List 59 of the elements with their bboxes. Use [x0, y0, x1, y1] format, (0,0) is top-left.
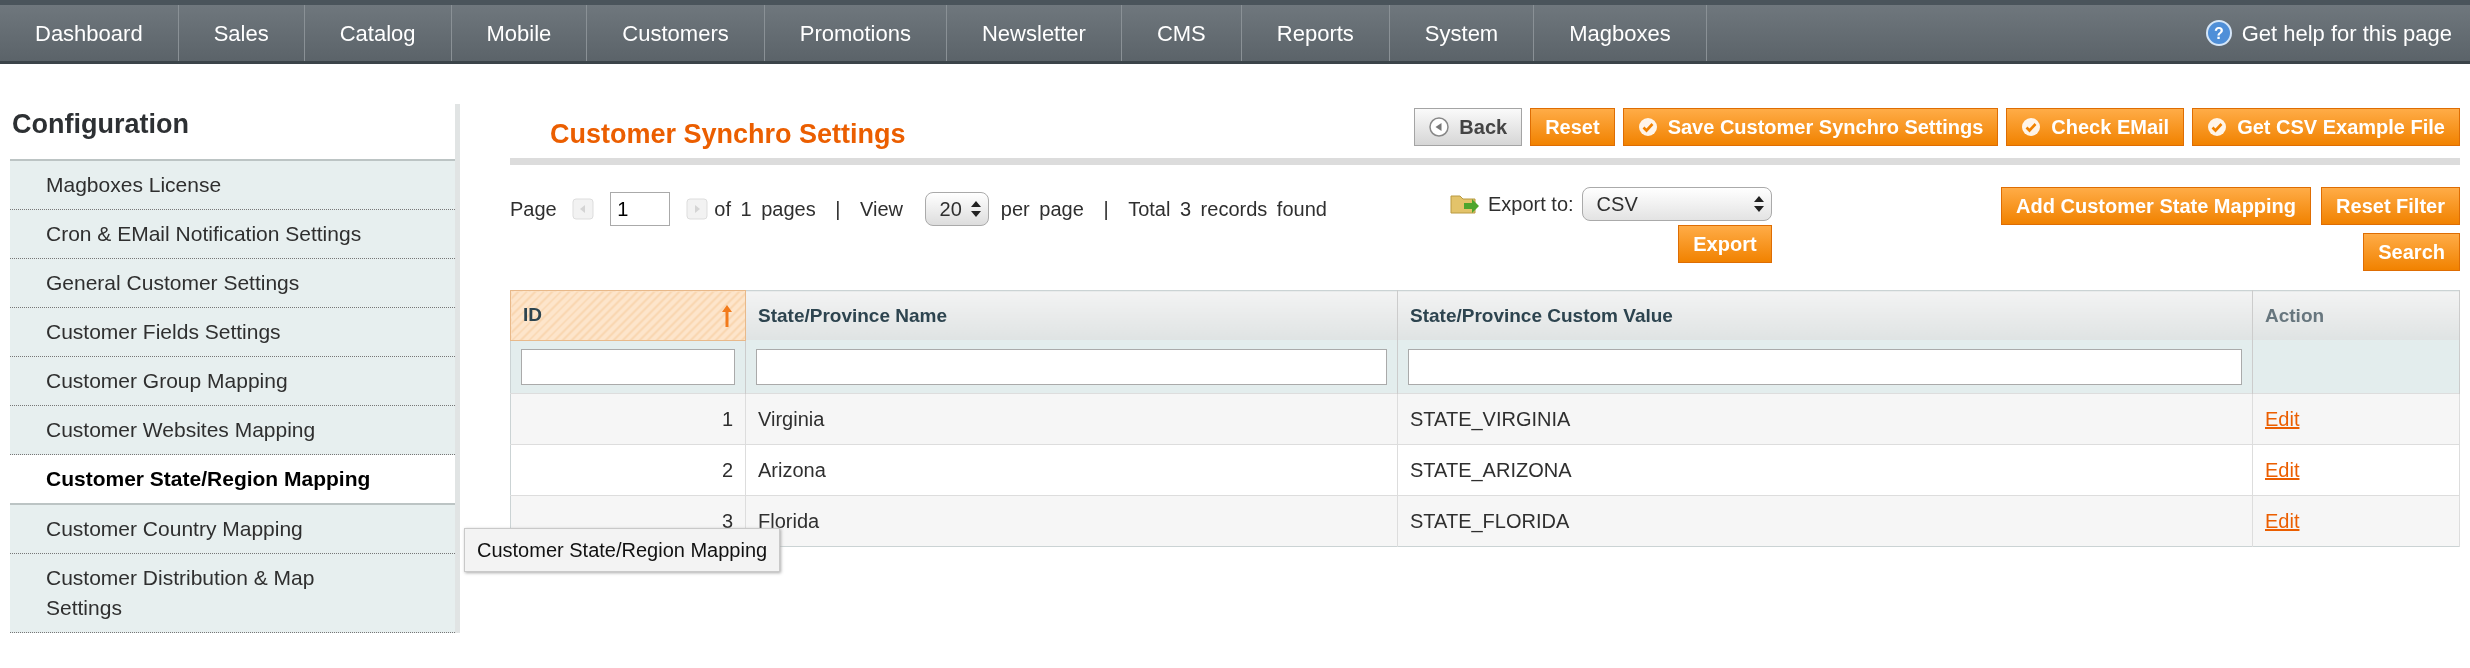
menu-item[interactable]: Sales: [178, 5, 305, 61]
next-page-icon[interactable]: [686, 198, 709, 221]
table-cell: Florida: [745, 495, 1398, 547]
records-count: Total 3 records found: [1128, 198, 1327, 221]
column-header[interactable]: State/Province Custom Value: [1397, 290, 2253, 341]
view-label: View: [860, 198, 904, 221]
menu-item[interactable]: Dashboard: [0, 5, 179, 61]
table-cell: STATE_VIRGINIA: [1397, 393, 2253, 445]
edit-link[interactable]: Edit: [2265, 509, 2300, 532]
column-header[interactable]: Action: [2252, 290, 2460, 341]
export-format-select[interactable]: CSV: [1581, 187, 1772, 222]
menu-item[interactable]: Promotions: [764, 5, 947, 61]
table-cell: Virginia: [745, 393, 1398, 445]
select-arrows-icon: [1752, 195, 1765, 214]
edit-link[interactable]: Edit: [2265, 458, 2300, 481]
help-icon[interactable]: ?: [2205, 20, 2232, 46]
per-page-label: per page: [1000, 198, 1084, 221]
check-icon: [2207, 117, 2228, 138]
export-label: Export to:: [1488, 192, 1574, 218]
sidebar-item[interactable]: Customer Group Mapping: [10, 356, 455, 406]
previous-page-icon[interactable]: [572, 198, 595, 221]
separator: |: [1103, 198, 1109, 221]
check-icon: [2021, 117, 2042, 138]
page-label: Page: [510, 198, 557, 221]
page-title: Customer Synchro Settings: [550, 118, 906, 151]
sidebar-item[interactable]: Cron & EMail Notification Settings: [10, 209, 455, 259]
sidebar-item[interactable]: Customer Distribution & Map Settings: [10, 553, 455, 633]
filter-field[interactable]: [521, 348, 735, 385]
separator: |: [835, 198, 841, 221]
sidebar-item[interactable]: Customer Country Mapping: [10, 504, 455, 554]
menu-item[interactable]: System: [1389, 5, 1535, 61]
back-icon: [1429, 117, 1450, 138]
sidebar-item[interactable]: General Customer Settings: [10, 258, 455, 308]
table-cell: STATE_FLORIDA: [1397, 495, 2253, 547]
column-header[interactable]: ID: [510, 290, 746, 341]
sort-arrow-icon: [721, 303, 733, 328]
menu-item[interactable]: Mobile: [451, 5, 588, 61]
menu-item[interactable]: Reports: [1241, 5, 1390, 61]
sidebar-item[interactable]: Customer Fields Settings: [10, 307, 455, 357]
sidebar-title: Configuration: [11, 108, 190, 141]
sidebar-item[interactable]: Magboxes License: [10, 160, 455, 210]
back-button[interactable]: Back: [1414, 108, 1523, 147]
check-icon: [1637, 117, 1658, 138]
help-link[interactable]: Get help for this page: [2241, 16, 2452, 50]
menu-item[interactable]: Customers: [587, 5, 765, 61]
edit-link[interactable]: Edit: [2265, 407, 2300, 430]
menu-item[interactable]: Magboxes: [1534, 5, 1707, 61]
page-count: of 1 pages: [714, 198, 816, 221]
page-number-field[interactable]: 1: [610, 192, 671, 227]
menu-item[interactable]: Newsletter: [947, 5, 1122, 61]
select-arrows-icon: [969, 200, 982, 219]
table-cell: 1: [510, 393, 746, 445]
column-header[interactable]: State/Province Name: [745, 290, 1398, 341]
per-page-select[interactable]: 20: [924, 192, 989, 227]
filter-field[interactable]: [756, 348, 1387, 385]
filter-field[interactable]: [1408, 348, 2242, 385]
sidebar-item[interactable]: Customer Websites Mapping: [10, 405, 455, 455]
menu-item[interactable]: CMS: [1121, 5, 1242, 61]
menu-item[interactable]: Catalog: [304, 5, 452, 61]
